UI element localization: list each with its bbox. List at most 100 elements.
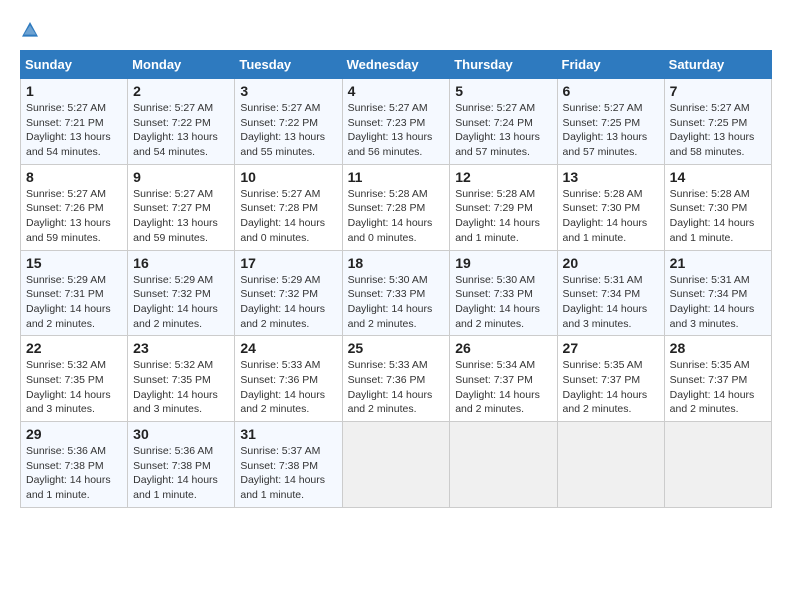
day-number: 22 xyxy=(26,340,122,356)
calendar-table: SundayMondayTuesdayWednesdayThursdayFrid… xyxy=(20,50,772,508)
calendar-cell: 3Sunrise: 5:27 AMSunset: 7:22 PMDaylight… xyxy=(235,79,342,165)
day-info: Sunrise: 5:27 AMSunset: 7:25 PMDaylight:… xyxy=(670,102,755,158)
day-info: Sunrise: 5:32 AMSunset: 7:35 PMDaylight:… xyxy=(133,359,218,415)
day-info: Sunrise: 5:27 AMSunset: 7:21 PMDaylight:… xyxy=(26,102,111,158)
day-info: Sunrise: 5:28 AMSunset: 7:30 PMDaylight:… xyxy=(670,188,755,244)
day-header-saturday: Saturday xyxy=(664,51,771,79)
day-number: 5 xyxy=(455,83,551,99)
calendar-row: 8 Sunrise: 5:27 AMSunset: 7:26 PMDaylight… xyxy=(21,164,772,250)
day-number: 31 xyxy=(240,426,336,442)
day-number: 26 xyxy=(455,340,551,356)
day-info: Sunrise: 5:37 AMSunset: 7:38 PMDaylight:… xyxy=(240,445,325,501)
day-number: 16 xyxy=(133,255,229,271)
day-number: 12 xyxy=(455,169,551,185)
calendar-cell: 15 Sunrise: 5:29 AMSunset: 7:31 PMDayligh… xyxy=(21,250,128,336)
day-info: Sunrise: 5:34 AMSunset: 7:37 PMDaylight:… xyxy=(455,359,540,415)
day-info: Sunrise: 5:28 AMSunset: 7:30 PMDaylight:… xyxy=(563,188,648,244)
calendar-cell: 8 Sunrise: 5:27 AMSunset: 7:26 PMDaylight… xyxy=(21,164,128,250)
day-info: Sunrise: 5:29 AMSunset: 7:32 PMDaylight:… xyxy=(240,274,325,330)
calendar-cell: 5 Sunrise: 5:27 AMSunset: 7:24 PMDaylight… xyxy=(450,79,557,165)
calendar-cell: 2 Sunrise: 5:27 AMSunset: 7:22 PMDaylight… xyxy=(128,79,235,165)
calendar-cell: 19 Sunrise: 5:30 AMSunset: 7:33 PMDayligh… xyxy=(450,250,557,336)
day-number: 2 xyxy=(133,83,229,99)
calendar-row: 1 Sunrise: 5:27 AMSunset: 7:21 PMDaylight… xyxy=(21,79,772,165)
day-header-monday: Monday xyxy=(128,51,235,79)
calendar-cell: 9Sunrise: 5:27 AMSunset: 7:27 PMDaylight… xyxy=(128,164,235,250)
logo-icon xyxy=(20,20,40,40)
day-number: 20 xyxy=(563,255,659,271)
day-number: 13 xyxy=(563,169,659,185)
day-info: Sunrise: 5:28 AMSunset: 7:28 PMDaylight:… xyxy=(348,188,433,244)
page-header xyxy=(20,20,772,40)
day-header-tuesday: Tuesday xyxy=(235,51,342,79)
day-info: Sunrise: 5:33 AMSunset: 7:36 PMDaylight:… xyxy=(348,359,433,415)
calendar-cell: 14 Sunrise: 5:28 AMSunset: 7:30 PMDayligh… xyxy=(664,164,771,250)
calendar-cell: 24 Sunrise: 5:33 AMSunset: 7:36 PMDayligh… xyxy=(235,336,342,422)
day-number: 21 xyxy=(670,255,766,271)
day-info: Sunrise: 5:28 AMSunset: 7:29 PMDaylight:… xyxy=(455,188,540,244)
day-info: Sunrise: 5:27 AMSunset: 7:27 PMDaylight:… xyxy=(133,188,218,244)
calendar-cell: 11Sunrise: 5:28 AMSunset: 7:28 PMDayligh… xyxy=(342,164,450,250)
day-number: 8 xyxy=(26,169,122,185)
calendar-cell: 23 Sunrise: 5:32 AMSunset: 7:35 PMDayligh… xyxy=(128,336,235,422)
day-number: 10 xyxy=(240,169,336,185)
calendar-cell: 7 Sunrise: 5:27 AMSunset: 7:25 PMDaylight… xyxy=(664,79,771,165)
day-header-friday: Friday xyxy=(557,51,664,79)
calendar-cell: 1 Sunrise: 5:27 AMSunset: 7:21 PMDaylight… xyxy=(21,79,128,165)
calendar-cell xyxy=(557,422,664,508)
day-info: Sunrise: 5:35 AMSunset: 7:37 PMDaylight:… xyxy=(670,359,755,415)
day-number: 28 xyxy=(670,340,766,356)
calendar-cell: 21 Sunrise: 5:31 AMSunset: 7:34 PMDayligh… xyxy=(664,250,771,336)
day-info: Sunrise: 5:33 AMSunset: 7:36 PMDaylight:… xyxy=(240,359,325,415)
day-info: Sunrise: 5:29 AMSunset: 7:32 PMDaylight:… xyxy=(133,274,218,330)
calendar-cell: 27 Sunrise: 5:35 AMSunset: 7:37 PMDayligh… xyxy=(557,336,664,422)
day-number: 24 xyxy=(240,340,336,356)
day-header-sunday: Sunday xyxy=(21,51,128,79)
calendar-row: 22 Sunrise: 5:32 AMSunset: 7:35 PMDayligh… xyxy=(21,336,772,422)
calendar-cell: 18 Sunrise: 5:30 AMSunset: 7:33 PMDayligh… xyxy=(342,250,450,336)
calendar-row: 15 Sunrise: 5:29 AMSunset: 7:31 PMDayligh… xyxy=(21,250,772,336)
calendar-cell: 10 Sunrise: 5:27 AMSunset: 7:28 PMDayligh… xyxy=(235,164,342,250)
calendar-cell: 6Sunrise: 5:27 AMSunset: 7:25 PMDaylight… xyxy=(557,79,664,165)
calendar-cell xyxy=(450,422,557,508)
day-info: Sunrise: 5:27 AMSunset: 7:24 PMDaylight:… xyxy=(455,102,540,158)
day-number: 19 xyxy=(455,255,551,271)
calendar-cell: 26 Sunrise: 5:34 AMSunset: 7:37 PMDayligh… xyxy=(450,336,557,422)
calendar-cell: 25Sunrise: 5:33 AMSunset: 7:36 PMDayligh… xyxy=(342,336,450,422)
logo xyxy=(20,20,44,40)
calendar-cell: 31 Sunrise: 5:37 AMSunset: 7:38 PMDayligh… xyxy=(235,422,342,508)
day-number: 23 xyxy=(133,340,229,356)
day-info: Sunrise: 5:31 AMSunset: 7:34 PMDaylight:… xyxy=(670,274,755,330)
day-info: Sunrise: 5:36 AMSunset: 7:38 PMDaylight:… xyxy=(133,445,218,501)
day-info: Sunrise: 5:31 AMSunset: 7:34 PMDaylight:… xyxy=(563,274,648,330)
day-header-thursday: Thursday xyxy=(450,51,557,79)
day-info: Sunrise: 5:36 AMSunset: 7:38 PMDaylight:… xyxy=(26,445,111,501)
day-number: 17 xyxy=(240,255,336,271)
day-info: Sunrise: 5:27 AMSunset: 7:26 PMDaylight:… xyxy=(26,188,111,244)
day-info: Sunrise: 5:27 AMSunset: 7:22 PMDaylight:… xyxy=(133,102,218,158)
calendar-cell: 28 Sunrise: 5:35 AMSunset: 7:37 PMDayligh… xyxy=(664,336,771,422)
calendar-cell: 30 Sunrise: 5:36 AMSunset: 7:38 PMDayligh… xyxy=(128,422,235,508)
day-number: 14 xyxy=(670,169,766,185)
day-number: 4 xyxy=(348,83,445,99)
calendar-cell: 22 Sunrise: 5:32 AMSunset: 7:35 PMDayligh… xyxy=(21,336,128,422)
calendar-cell: 12 Sunrise: 5:28 AMSunset: 7:29 PMDayligh… xyxy=(450,164,557,250)
calendar-row: 29 Sunrise: 5:36 AMSunset: 7:38 PMDayligh… xyxy=(21,422,772,508)
calendar-cell xyxy=(664,422,771,508)
day-number: 29 xyxy=(26,426,122,442)
day-info: Sunrise: 5:35 AMSunset: 7:37 PMDaylight:… xyxy=(563,359,648,415)
day-info: Sunrise: 5:27 AMSunset: 7:28 PMDaylight:… xyxy=(240,188,325,244)
day-info: Sunrise: 5:30 AMSunset: 7:33 PMDaylight:… xyxy=(455,274,540,330)
day-info: Sunrise: 5:30 AMSunset: 7:33 PMDaylight:… xyxy=(348,274,433,330)
day-number: 30 xyxy=(133,426,229,442)
day-number: 15 xyxy=(26,255,122,271)
day-number: 18 xyxy=(348,255,445,271)
day-number: 1 xyxy=(26,83,122,99)
day-info: Sunrise: 5:29 AMSunset: 7:31 PMDaylight:… xyxy=(26,274,111,330)
day-number: 7 xyxy=(670,83,766,99)
day-info: Sunrise: 5:32 AMSunset: 7:35 PMDaylight:… xyxy=(26,359,111,415)
calendar-cell: 17 Sunrise: 5:29 AMSunset: 7:32 PMDayligh… xyxy=(235,250,342,336)
day-info: Sunrise: 5:27 AMSunset: 7:22 PMDaylight:… xyxy=(240,102,325,158)
day-number: 27 xyxy=(563,340,659,356)
day-number: 6 xyxy=(563,83,659,99)
